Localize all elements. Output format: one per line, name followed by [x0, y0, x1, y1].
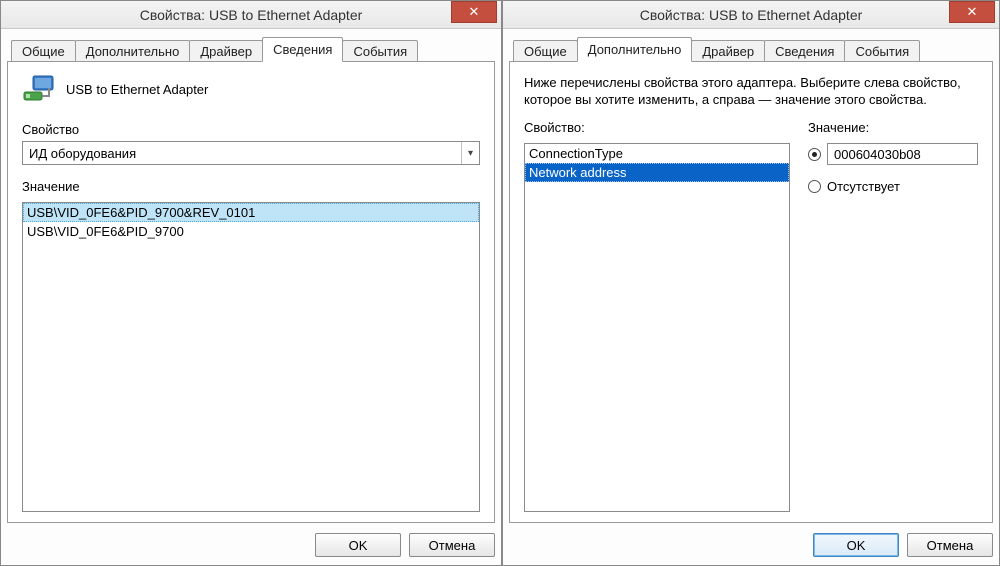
- value-radio-row: 000604030b08: [808, 143, 978, 165]
- cancel-button[interactable]: Отмена: [907, 533, 993, 557]
- absent-radio[interactable]: [808, 180, 821, 193]
- property-selected-text: ИД оборудования: [23, 146, 461, 161]
- value-input[interactable]: 000604030b08: [827, 143, 978, 165]
- absent-radio-row: Отсутствует: [808, 179, 978, 194]
- tab-details[interactable]: Сведения: [764, 40, 845, 62]
- tab-events[interactable]: События: [342, 40, 418, 62]
- tab-driver[interactable]: Драйвер: [691, 40, 765, 62]
- advanced-tab-page: Ниже перечислены свойства этого адаптера…: [509, 61, 993, 523]
- tab-general[interactable]: Общие: [11, 40, 76, 62]
- advanced-description: Ниже перечислены свойства этого адаптера…: [524, 74, 978, 108]
- value-label: Значение: [22, 179, 480, 194]
- tab-general[interactable]: Общие: [513, 40, 578, 62]
- tab-advanced[interactable]: Дополнительно: [577, 37, 693, 62]
- close-button[interactable]: ✕: [949, 1, 995, 23]
- chevron-down-icon: ▾: [461, 142, 479, 164]
- close-icon: ✕: [469, 4, 480, 20]
- window-title: Свойства: USB to Ethernet Adapter: [503, 7, 999, 23]
- list-item[interactable]: USB\VID_0FE6&PID_9700: [23, 222, 479, 241]
- property-label: Свойство:: [524, 120, 790, 135]
- value-radio[interactable]: [808, 148, 821, 161]
- ok-button[interactable]: OK: [813, 533, 899, 557]
- property-label: Свойство: [22, 122, 480, 137]
- list-item[interactable]: ConnectionType: [525, 144, 789, 163]
- tab-strip: Общие Дополнительно Драйвер Сведения Соб…: [7, 35, 495, 61]
- property-listbox[interactable]: ConnectionType Network address: [524, 143, 790, 512]
- window-title: Свойства: USB to Ethernet Adapter: [1, 7, 501, 23]
- property-column: Свойство: ConnectionType Network address: [524, 120, 790, 512]
- client-area: Общие Дополнительно Драйвер Сведения Соб…: [503, 29, 999, 565]
- ok-button[interactable]: OK: [315, 533, 401, 557]
- dialog-buttons: OK Отмена: [509, 523, 993, 557]
- dialog-buttons: OK Отмена: [7, 523, 495, 557]
- tab-details[interactable]: Сведения: [262, 37, 343, 62]
- network-adapter-icon: [22, 74, 56, 104]
- tab-events[interactable]: События: [844, 40, 920, 62]
- close-icon: ✕: [967, 4, 978, 20]
- advanced-columns: Свойство: ConnectionType Network address…: [524, 120, 978, 512]
- details-tab-page: USB to Ethernet Adapter Свойство ИД обор…: [7, 61, 495, 523]
- titlebar[interactable]: Свойства: USB to Ethernet Adapter ✕: [1, 1, 501, 29]
- value-column: Значение: 000604030b08 Отсутствует: [808, 120, 978, 512]
- list-item[interactable]: USB\VID_0FE6&PID_9700&REV_0101: [23, 203, 479, 222]
- close-button[interactable]: ✕: [451, 1, 497, 23]
- list-item[interactable]: Network address: [525, 163, 789, 182]
- device-header: USB to Ethernet Adapter: [22, 74, 480, 104]
- absent-label: Отсутствует: [827, 179, 900, 194]
- tab-advanced[interactable]: Дополнительно: [75, 40, 191, 62]
- property-combobox[interactable]: ИД оборудования ▾: [22, 141, 480, 165]
- cancel-button[interactable]: Отмена: [409, 533, 495, 557]
- value-label: Значение:: [808, 120, 978, 135]
- tab-strip: Общие Дополнительно Драйвер Сведения Соб…: [509, 35, 993, 61]
- properties-window-advanced: Свойства: USB to Ethernet Adapter ✕ Общи…: [502, 0, 1000, 566]
- tab-driver[interactable]: Драйвер: [189, 40, 263, 62]
- properties-window-details: Свойства: USB to Ethernet Adapter ✕ Общи…: [0, 0, 502, 566]
- client-area: Общие Дополнительно Драйвер Сведения Соб…: [1, 29, 501, 565]
- value-listbox[interactable]: USB\VID_0FE6&PID_9700&REV_0101 USB\VID_0…: [22, 202, 480, 512]
- titlebar[interactable]: Свойства: USB to Ethernet Adapter ✕: [503, 1, 999, 29]
- device-name: USB to Ethernet Adapter: [66, 82, 208, 97]
